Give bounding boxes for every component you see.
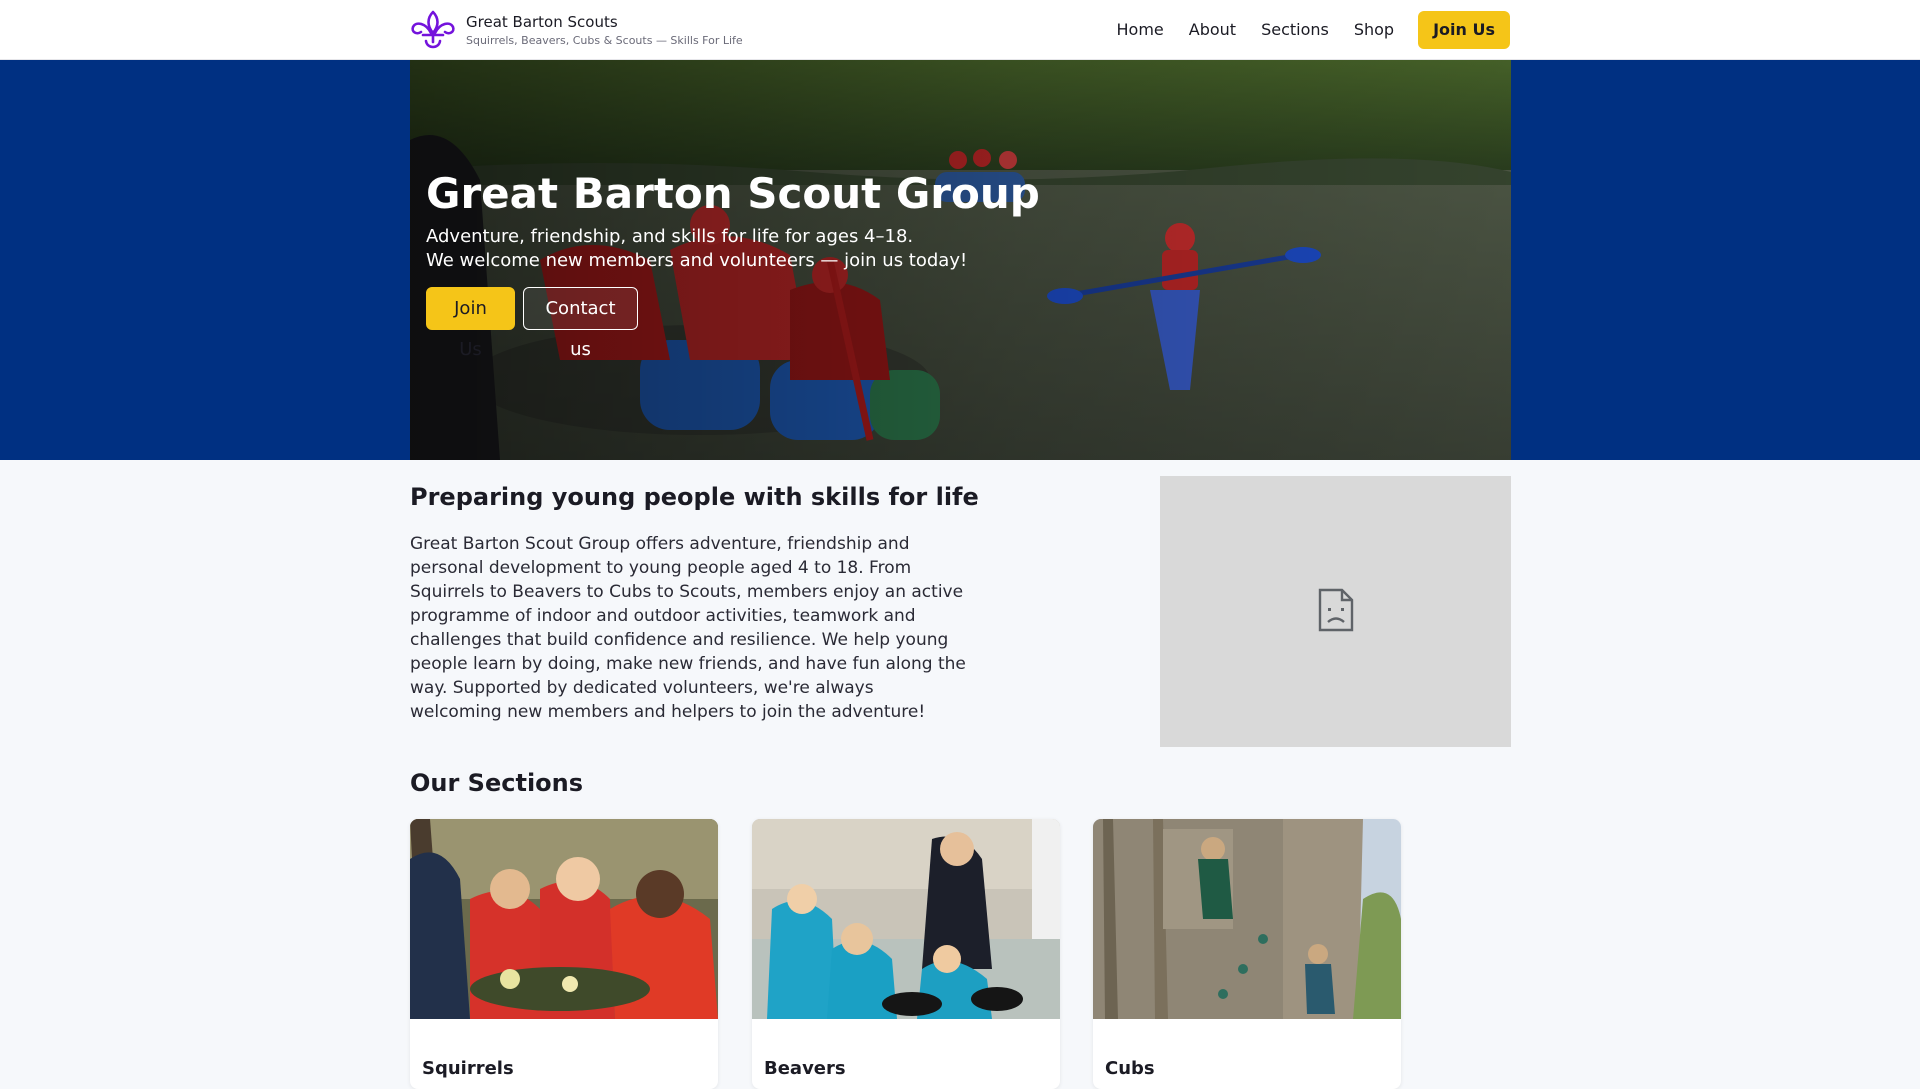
sections-heading: Our Sections: [410, 769, 584, 797]
main-nav: Home About Sections Shop Join Us: [1092, 11, 1510, 49]
section-card-squirrels[interactable]: Squirrels: [410, 819, 718, 1089]
card-title-squirrels: Squirrels: [422, 1058, 514, 1079]
section-card-cubs[interactable]: Cubs: [1093, 819, 1401, 1089]
header-join-button[interactable]: Join Us: [1418, 11, 1510, 49]
site-header: Great Barton Scouts Squirrels, Beavers, …: [0, 0, 1920, 60]
nav-sections[interactable]: Sections: [1261, 11, 1329, 49]
hero-welcome: We welcome new members and volunteers — …: [426, 250, 968, 271]
cubs-photo: [1093, 819, 1401, 1019]
hero-contact-button[interactable]: Contact us: [523, 287, 638, 360]
squirrels-photo: [410, 819, 718, 1019]
site-subtitle: Squirrels, Beavers, Cubs & Scouts — Skil…: [466, 34, 743, 47]
hero-title: Great Barton Scout Group: [426, 169, 1040, 218]
nav-about[interactable]: About: [1189, 11, 1236, 49]
site-title: Great Barton Scouts: [466, 13, 618, 31]
intro-image-placeholder: [1160, 476, 1511, 747]
nav-shop[interactable]: Shop: [1354, 11, 1394, 49]
fleur-de-lis-icon: [411, 10, 455, 49]
hero-tagline: Adventure, friendship, and skills for li…: [426, 226, 914, 247]
broken-image-icon: [1318, 588, 1354, 632]
brand[interactable]: Great Barton Scouts Squirrels, Beavers, …: [410, 9, 743, 51]
hero-join-button[interactable]: Join Us: [426, 287, 515, 360]
card-title-cubs: Cubs: [1105, 1058, 1155, 1079]
card-title-beavers: Beavers: [764, 1058, 846, 1079]
section-card-beavers[interactable]: Beavers: [752, 819, 1060, 1089]
intro-text: Great Barton Scout Group offers adventur…: [410, 534, 966, 722]
beavers-photo: [752, 819, 1060, 1019]
intro-heading: Preparing young people with skills for l…: [410, 483, 979, 511]
nav-home[interactable]: Home: [1117, 11, 1164, 49]
